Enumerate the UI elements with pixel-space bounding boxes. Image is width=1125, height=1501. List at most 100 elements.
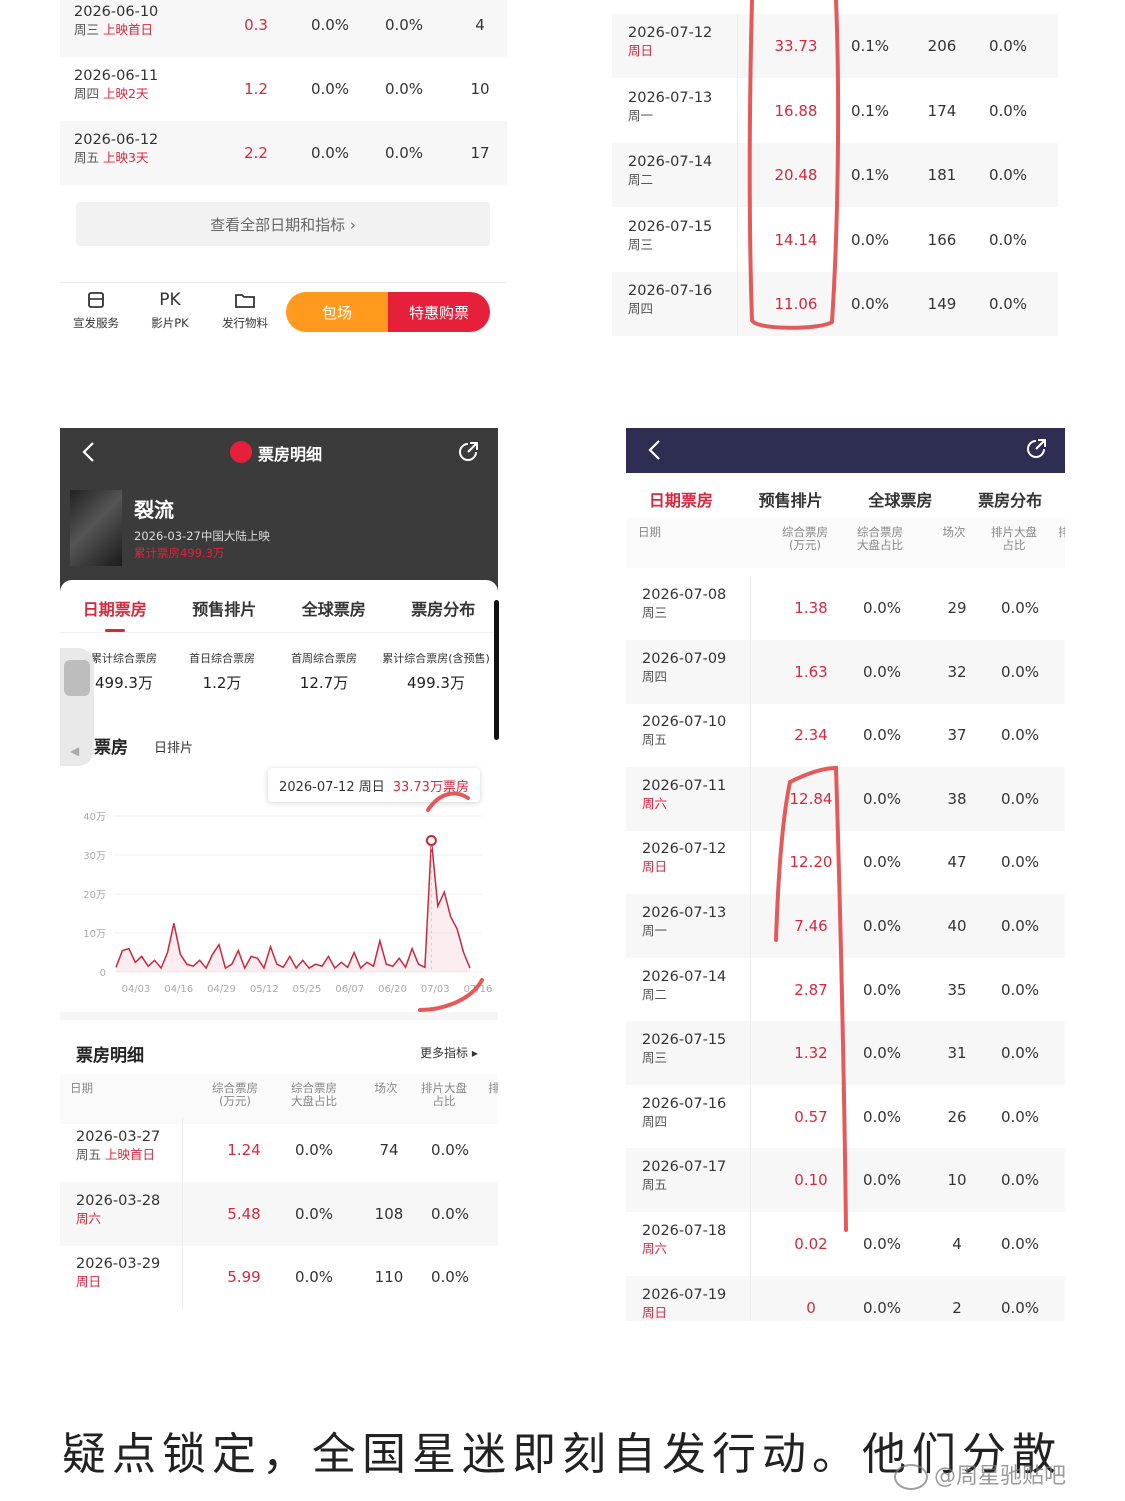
pk-label: 影片PK [151,316,189,330]
table-row[interactable]: 2026-07-09 周四 1.63 0.0% 32 0.0% [626,639,1065,704]
x-tick-label: 04/29 [207,984,236,995]
column-header[interactable]: 综合票房 大盘占比 [274,1082,354,1108]
tab-2[interactable]: 全球票房 [279,596,389,620]
seat-share-cell: 0.0% [1000,789,1040,808]
share-button[interactable] [1024,437,1048,461]
seat-share-cell: 0.0% [1000,726,1040,745]
column-header[interactable]: 排片大盘 占比 [412,1082,476,1108]
column-header[interactable]: 场次 [934,526,974,539]
table-row[interactable]: 2026-07-19 周日 0 0.0% 2 0.0% [626,1275,1065,1321]
column-divider [750,1148,751,1213]
tab-1[interactable]: 预售排片 [736,487,846,511]
column-header[interactable]: 日期 [638,526,698,539]
tab-2[interactable]: 全球票房 [846,487,956,511]
date-cell: 2026-07-19 周日 [642,1286,726,1321]
release-tag: 上映首日 [105,1147,156,1162]
share-cell: 0.0% [862,917,902,935]
date-text: 2026-06-12 [74,132,159,148]
date-text: 2026-07-11 [642,777,727,794]
shows-cell: 47 [947,853,967,872]
column-header[interactable]: 综合票房 (万元) [770,526,840,552]
column-header[interactable]: 场次 [366,1082,406,1095]
weekday-text: 周三 上映首日 [74,21,158,39]
table-row[interactable]: 2026-03-29 周日 5.99 0.0% 110 0.0% [60,1245,498,1309]
weekday-text: 周五 上映3天 [74,149,158,167]
column-header[interactable]: 综合票房 (万元) [200,1082,270,1108]
table-row[interactable]: 2026-06-10 周三 上映首日 0.3 0.0% 0.0% 4 [60,0,507,57]
table-row[interactable]: 2026-07-10 周五 2.34 0.0% 37 0.0% [626,703,1065,768]
x-tick-label: 04/16 [164,984,193,995]
service-button[interactable]: 宣发服务 [66,290,126,331]
column-divider [750,576,751,640]
x-tick-label: 06/07 [335,984,364,995]
buy-ticket-button[interactable]: 特惠购票 [388,292,490,332]
date-cell: 2026-07-16 周四 [642,1095,726,1131]
shows-cell: 10 [947,1171,967,1190]
weekday: 周日 [642,859,668,875]
column-header[interactable]: 排 [484,1082,498,1095]
table-row[interactable]: 2026-06-12 周五 上映3天 2.2 0.0% 0.0% 17 [60,121,507,185]
tab-1[interactable]: 预售排片 [170,596,280,620]
table-row[interactable]: 2026-03-28 周六 5.48 0.0% 108 0.0% [60,1181,498,1246]
volume-slider[interactable]: ◀ [60,648,94,766]
seat-share-cell: 0.0% [1000,1298,1040,1317]
tab-0[interactable]: 日期票房 [60,596,170,632]
date-text: 2026-03-27 [76,1129,161,1145]
weekday: 周四 [628,301,654,316]
chart-tab-schedule[interactable]: 日排片 [154,737,193,756]
table-row[interactable]: 2026-06-11 周四 上映2天 1.2 0.0% 0.0% 10 [60,57,507,121]
shows-cell: 4 [952,1235,962,1253]
weekday: 周六 [642,1241,668,1256]
pk-button[interactable]: PK 影片PK [140,290,200,331]
table-row[interactable]: 2026-07-08 周三 1.38 0.0% 29 0.0% [626,576,1065,640]
column-divider [750,830,751,895]
weekday: 周一 [642,923,668,938]
box-office-cell: 1.38 [794,599,828,617]
more-metrics-link[interactable]: 更多指标 ▸ [420,1044,478,1061]
box-office-cell: 5.99 [227,1268,261,1286]
material-label: 发行物料 [222,316,268,330]
weekday: 周日 [628,43,654,58]
share-cell: 0.0% [862,1298,902,1317]
date-cell: 2026-03-28 周六 [76,1192,160,1228]
date-text: 2026-07-16 [628,283,713,299]
annotation-circle-top-right [747,0,841,330]
chart-tab-active[interactable]: 票房 [94,733,128,758]
column-header[interactable]: 综合票房 大盘占比 [840,526,920,552]
material-button[interactable]: 发行物料 [215,290,275,331]
column-header[interactable]: 排片大盘 占比 [982,526,1046,552]
shows-cell: 166 [927,230,957,249]
date-text: 2026-07-15 [642,1032,727,1049]
table-row[interactable]: 2026-03-27 周五 上映首日 1.24 0.0% 74 0.0% [60,1118,498,1182]
column-header[interactable]: 排 [1054,526,1065,539]
weekday: 周五 [642,732,668,748]
box-office-cell: 2.2 [244,144,268,162]
column-divider [750,1021,751,1086]
date-text: 2026-07-12 [642,841,727,858]
back-button[interactable] [644,436,668,464]
movie-poster[interactable] [70,490,122,566]
share-cell: 0.0% [294,1268,334,1286]
date-cell: 2026-06-11 周四 上映2天 [74,67,158,103]
back-arrow-icon [648,440,660,460]
share-button[interactable] [456,440,480,464]
date-cell: 2026-06-12 周五 上映3天 [74,131,158,167]
column-header[interactable]: 日期 [70,1082,130,1095]
slider-thumb[interactable] [64,660,90,696]
date-cell: 2026-07-16 周四 [628,282,712,318]
book-hall-button[interactable]: 包场 [286,292,388,332]
date-cell: 2026-07-14 周二 [628,153,712,189]
date-text: 2026-07-10 [642,714,727,731]
date-text: 2026-03-29 [76,1256,161,1272]
share-cell: 0.0% [862,980,902,999]
seat-share-cell: 0.0% [430,1204,470,1223]
shows-cell: 31 [947,1044,967,1063]
tab-3[interactable]: 票房分布 [389,596,499,620]
share-cell: 0.0% [862,662,902,681]
tab-0[interactable]: 日期票房 [626,487,736,523]
box-office-cell: 0 [806,1298,816,1317]
tab-3[interactable]: 票房分布 [955,487,1065,511]
back-button[interactable] [78,438,102,466]
view-all-button[interactable]: 查看全部日期和指标 › [76,202,490,246]
weekday: 周六 [642,795,668,811]
